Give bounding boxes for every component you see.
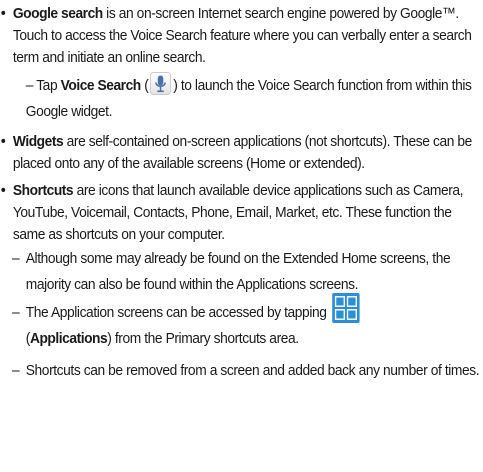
sub-voice-search: – Tap Voice Search () to launch the Voic… (0, 71, 483, 125)
term-applications: Applications (29, 330, 108, 347)
voice-search-open-paren: ( (140, 77, 149, 94)
voice-search-prefix: – Tap (25, 77, 61, 94)
shortcuts-description: are icons that launch available device a… (12, 182, 464, 243)
application-screens-text: The Application screens can be accessed … (25, 304, 327, 321)
dash: – (11, 362, 20, 379)
bullet-dot: • (0, 5, 6, 22)
bullet-dot: • (0, 133, 6, 150)
extended-home-text: Although some may already be found on th… (25, 250, 451, 293)
sub-application-screens: – The Application screens can be accesse… (0, 293, 483, 352)
applications-description: ) from the Primary shortcuts area. (107, 330, 299, 347)
term-shortcuts: Shortcuts (12, 182, 74, 199)
microphone-icon (150, 71, 172, 95)
term-voice-search: Voice Search (60, 77, 142, 94)
term-google-search: Google search (12, 5, 103, 22)
bullet-google-search: • Google search is an on-screen Internet… (0, 3, 483, 69)
applications-grid-icon (332, 293, 360, 324)
bullet-shortcuts: • Shortcuts are icons that launch availa… (0, 180, 483, 246)
widgets-description: are self-contained on-screen application… (12, 133, 472, 172)
bullet-widgets: • Widgets are self-contained on-screen a… (0, 131, 483, 175)
term-widgets: Widgets (12, 133, 64, 150)
dash: – (11, 304, 20, 321)
sub-removal: – Shortcuts can be removed from a screen… (0, 358, 483, 384)
document-page: • Google search is an on-screen Internet… (0, 0, 483, 472)
dash: – (11, 250, 20, 267)
bullet-dot: • (0, 182, 6, 199)
removal-text: Shortcuts can be removed from a screen a… (25, 362, 480, 379)
sub-extended-home: – Although some may already be found on … (0, 246, 483, 298)
